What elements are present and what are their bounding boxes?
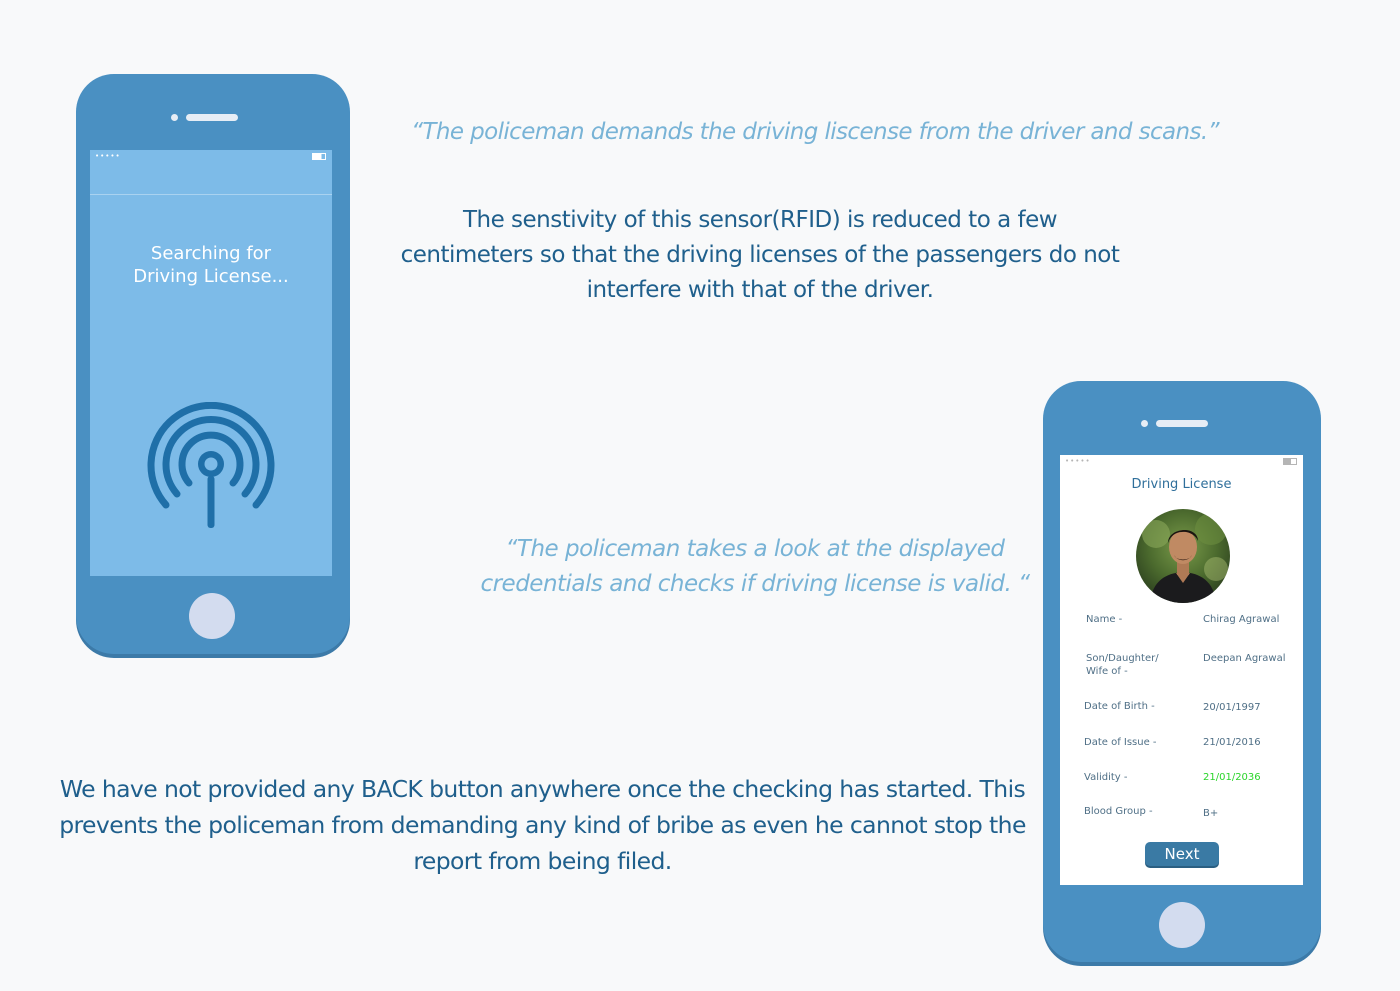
field-label-validity: Validity -	[1084, 772, 1128, 783]
field-value-blood-group: B+	[1203, 808, 1219, 819]
quote-scan: “The policeman demands the driving lisce…	[411, 119, 1219, 145]
field-value-relation: Deepan Agrawal	[1203, 653, 1286, 664]
phone-scanning: ••••• Searching for Driving License...	[76, 74, 350, 654]
field-value-name: Chirag Agrawal	[1203, 614, 1280, 625]
camera-dot	[1141, 420, 1148, 427]
field-label-relation: Son/Daughter/ Wife of -	[1086, 653, 1159, 677]
searching-line-2: Driving License...	[133, 266, 289, 287]
field-value-validity: 21/01/2036	[1203, 772, 1261, 783]
quote-check-credentials: “The policeman takes a look at the displ…	[480, 536, 1030, 597]
scan-screen: ••••• Searching for Driving License...	[90, 150, 332, 576]
paragraph-rfid-sensitivity: The senstivity of this sensor(RFID) is r…	[400, 207, 1120, 303]
signal-dots-icon: •••••	[1065, 457, 1091, 465]
field-value-issue-date: 21/01/2016	[1203, 737, 1261, 748]
speaker-grille	[1156, 420, 1208, 427]
field-value-dob: 20/01/1997	[1203, 702, 1261, 713]
phone-license: ••••• Driving License Name - Chirag Agra…	[1043, 381, 1321, 962]
home-button[interactable]	[189, 593, 235, 639]
next-button[interactable]: Next	[1145, 842, 1219, 866]
battery-icon	[1283, 458, 1297, 465]
signal-dots-icon: •••••	[95, 152, 121, 160]
home-button[interactable]	[1159, 902, 1205, 948]
status-bar: •••••	[1060, 455, 1303, 469]
searching-text: Searching for Driving License...	[90, 242, 332, 288]
header-divider	[90, 194, 332, 195]
paragraph-no-back-button: We have not provided any BACK button any…	[59, 775, 1026, 875]
rfid-signal-icon	[147, 402, 275, 528]
speaker-grille	[186, 114, 238, 121]
field-label-blood-group: Blood Group -	[1084, 806, 1153, 817]
license-screen: ••••• Driving License Name - Chirag Agra…	[1060, 455, 1303, 885]
field-label-name: Name -	[1086, 614, 1123, 625]
license-title: Driving License	[1131, 477, 1232, 492]
battery-icon	[312, 153, 326, 160]
avatar	[1136, 509, 1230, 603]
profile-photo-icon	[1136, 509, 1230, 603]
searching-line-1: Searching for	[150, 243, 272, 264]
status-bar: •••••	[90, 150, 332, 164]
field-label-issue-date: Date of Issue -	[1084, 737, 1157, 748]
field-label-dob: Date of Birth -	[1084, 701, 1155, 712]
camera-dot	[171, 114, 178, 121]
